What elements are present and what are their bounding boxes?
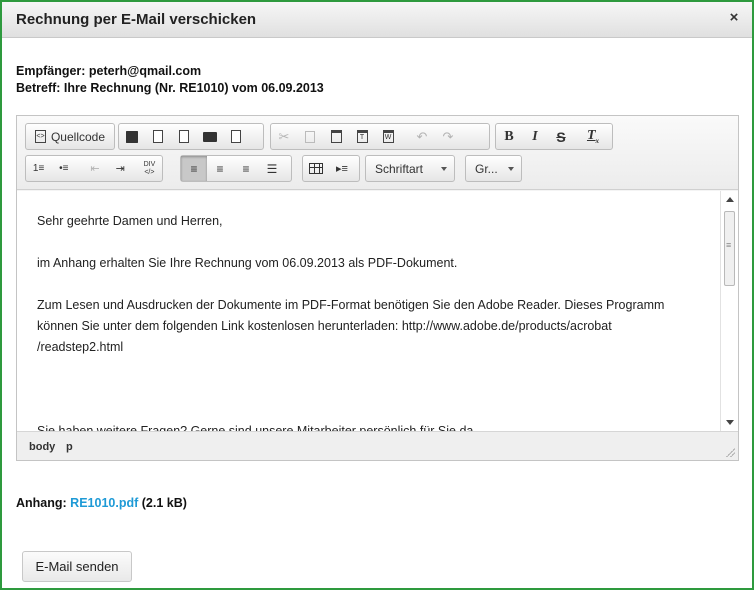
paste-word-button[interactable]: W	[375, 124, 401, 149]
redo-icon: ↷	[442, 128, 454, 144]
strikethrough-icon: S	[556, 128, 566, 145]
subject-line: Betreff: Ihre Rechnung (Nr. RE1010) vom …	[16, 81, 324, 95]
paste-button[interactable]	[323, 124, 349, 149]
align-left-icon: ≡	[190, 161, 198, 176]
numbered-list-button[interactable]: 1≡	[26, 156, 51, 181]
outdent-button[interactable]: ⇤	[82, 156, 107, 181]
attachment-size: (2.1 kB)	[141, 496, 187, 510]
chevron-down-icon	[441, 167, 447, 171]
indent-icon: ⇥	[115, 163, 125, 175]
align-right-icon: ≡	[242, 161, 250, 176]
bulleted-list-button[interactable]: •≡	[51, 156, 76, 181]
send-email-button[interactable]: E-Mail senden	[22, 551, 132, 582]
scroll-up-icon[interactable]	[726, 197, 734, 202]
attachment-label: Anhang:	[16, 496, 67, 510]
align-center-button[interactable]: ≡	[207, 156, 233, 181]
paragraph: Sehr geehrte Damen und Herren,	[37, 214, 223, 228]
editor-statusbar: body p	[17, 431, 738, 460]
document-group	[118, 123, 264, 150]
undo-icon: ↶	[416, 128, 428, 144]
formatting-group: B I S Tx	[495, 123, 613, 150]
new-page-button[interactable]	[145, 124, 171, 149]
save-button[interactable]	[119, 124, 145, 149]
path-p[interactable]: p	[66, 441, 73, 453]
source-group: <> Quellcode	[25, 123, 115, 150]
remove-format-button[interactable]: Tx	[580, 124, 606, 149]
preview-icon	[179, 130, 189, 143]
font-size-value: Gr...	[475, 161, 498, 176]
italic-icon: I	[532, 128, 538, 144]
resize-handle[interactable]	[725, 447, 735, 457]
source-label: Quellcode	[50, 129, 106, 144]
italic-button[interactable]: I	[522, 124, 548, 149]
paragraph	[37, 379, 700, 400]
close-icon[interactable]: ×	[726, 10, 742, 26]
copy-icon	[305, 130, 315, 143]
attachment-line: Anhang: RE1010.pdf (2.1 kB)	[16, 496, 187, 510]
div-button[interactable]: DIV </>	[137, 156, 162, 181]
scroll-down-icon[interactable]	[726, 420, 734, 425]
bold-button[interactable]: B	[496, 124, 522, 149]
justify-button[interactable]: ☰	[259, 156, 285, 181]
bulleted-list-icon: •≡	[59, 163, 69, 174]
align-group: ≡ ≡ ≡ ☰	[180, 155, 292, 182]
paste-text-button[interactable]: T	[349, 124, 375, 149]
templates-icon	[231, 130, 241, 143]
dialog-title: Rechnung per E-Mail verschicken	[16, 11, 257, 28]
email-dialog: Rechnung per E-Mail verschicken × Empfän…	[0, 0, 754, 590]
horizontal-rule-icon: ▸≡	[336, 163, 348, 175]
paragraph: im Anhang erhalten Sie Ihre Rechnung vom…	[37, 256, 458, 270]
attachment-link[interactable]: RE1010.pdf	[70, 496, 138, 510]
list-group: 1≡ •≡ ⇤ ⇥ DIV </>	[25, 155, 163, 182]
numbered-list-icon: 1≡	[32, 163, 45, 174]
font-family-dropdown[interactable]: Schriftart	[365, 155, 455, 182]
paragraph: Sie haben weitere Fragen? Gerne sind uns…	[37, 424, 477, 431]
save-icon	[126, 130, 138, 143]
insert-group: ▸≡	[302, 155, 360, 182]
table-icon	[309, 163, 323, 174]
preview-button[interactable]	[171, 124, 197, 149]
redo-button[interactable]: ↷	[435, 124, 461, 149]
paste-icon	[330, 130, 342, 143]
indent-button[interactable]: ⇥	[108, 156, 133, 181]
undo-button[interactable]: ↶	[409, 124, 435, 149]
copy-button[interactable]	[297, 124, 323, 149]
font-size-dropdown[interactable]: Gr...	[465, 155, 522, 182]
new-page-icon	[153, 130, 163, 143]
align-left-button[interactable]: ≡	[181, 156, 207, 181]
print-icon	[203, 131, 217, 142]
templates-button[interactable]	[223, 124, 249, 149]
clipboard-group: ✂ T W ↶ ↷	[270, 123, 490, 150]
font-family-value: Schriftart	[375, 161, 424, 176]
source-button[interactable]: <> Quellcode	[26, 124, 114, 149]
editor-content[interactable]: Sehr geehrte Damen und Herren, im Anhang…	[17, 191, 720, 431]
paragraph: Zum Lesen und Ausdrucken der Dokumente i…	[37, 298, 665, 354]
bold-icon: B	[504, 128, 514, 144]
source-icon: <>	[34, 130, 46, 143]
path-body[interactable]: body	[29, 441, 55, 453]
outdent-icon: ⇤	[90, 163, 100, 175]
justify-icon: ☰	[266, 161, 278, 176]
chevron-down-icon	[508, 167, 514, 171]
dialog-titlebar: Rechnung per E-Mail verschicken ×	[2, 2, 752, 38]
recipient-line: Empfänger: peterh@qmail.com	[16, 64, 202, 78]
div-icon: DIV </>	[143, 160, 156, 176]
rich-text-editor: <> Quellcode ✂ T W ↶ ↷ B I S Tx 1≡ •≡ ⇤ …	[16, 115, 739, 461]
paste-word-icon: W	[382, 130, 394, 143]
editor-scrollbar[interactable]	[720, 191, 738, 431]
paste-text-icon: T	[356, 130, 368, 143]
horizontal-rule-button[interactable]: ▸≡	[329, 156, 355, 181]
cut-button[interactable]: ✂	[271, 124, 297, 149]
table-button[interactable]	[303, 156, 329, 181]
align-right-button[interactable]: ≡	[233, 156, 259, 181]
editor-toolbar: <> Quellcode ✂ T W ↶ ↷ B I S Tx 1≡ •≡ ⇤ …	[17, 116, 738, 190]
remove-format-icon: Tx	[586, 128, 600, 145]
strike-button[interactable]: S	[548, 124, 574, 149]
scroll-thumb[interactable]	[724, 211, 735, 286]
align-center-icon: ≡	[216, 161, 224, 176]
email-meta: Empfänger: peterh@qmail.com Betreff: Ihr…	[16, 63, 324, 97]
print-button[interactable]	[197, 124, 223, 149]
scissors-icon: ✂	[278, 128, 290, 144]
